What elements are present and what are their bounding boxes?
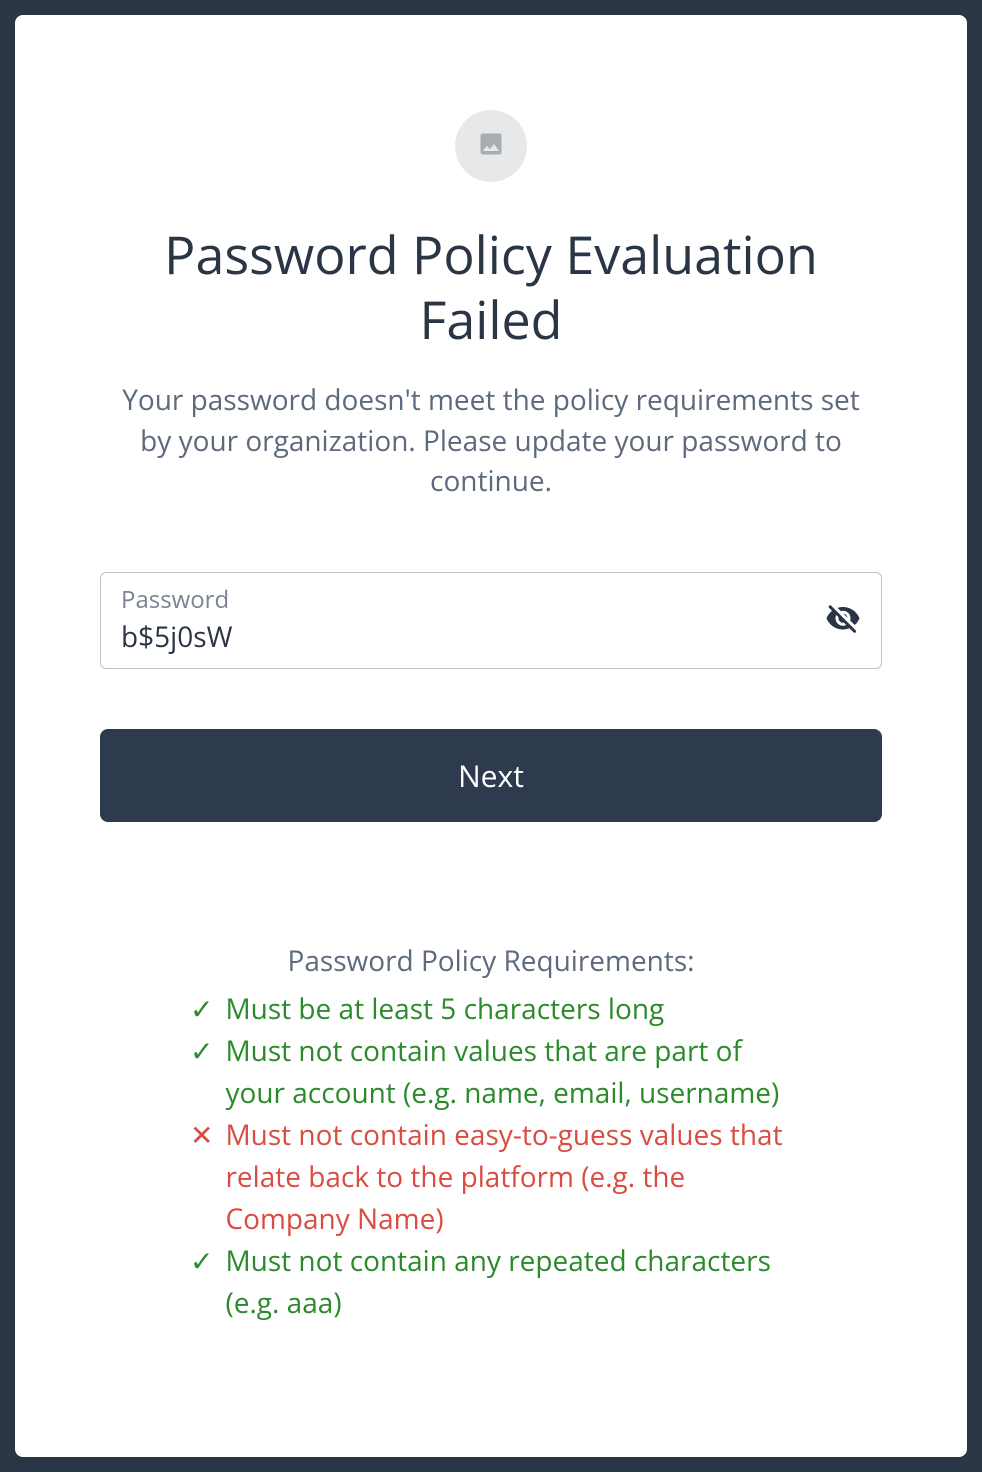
page-title: Password Policy Evaluation Failed — [100, 222, 882, 352]
password-field-inner: Password — [121, 583, 825, 656]
requirement-text: Must be at least 5 characters long — [225, 988, 792, 1030]
cross-icon: ✕ — [190, 1114, 213, 1156]
requirements-section: Password Policy Requirements: ✓ Must be a… — [100, 942, 882, 1324]
requirement-item: ✓ Must not contain any repeated character… — [190, 1240, 792, 1324]
requirement-item: ✕ Must not contain easy-to-guess values t… — [190, 1114, 792, 1240]
next-button[interactable]: Next — [100, 729, 882, 822]
main-card: Password Policy Evaluation Failed Your p… — [15, 15, 967, 1457]
requirement-text: Must not contain values that are part of… — [225, 1030, 792, 1114]
requirement-text: Must not contain any repeated characters… — [225, 1240, 792, 1324]
page-subtitle: Your password doesn't meet the policy re… — [100, 380, 882, 502]
requirements-title: Password Policy Requirements: — [190, 942, 792, 980]
logo-placeholder — [455, 110, 527, 182]
requirement-item: ✓ Must be at least 5 characters long — [190, 988, 792, 1030]
password-input[interactable] — [121, 618, 825, 656]
requirement-text: Must not contain easy-to-guess values th… — [225, 1114, 792, 1240]
check-icon: ✓ — [190, 1240, 213, 1282]
password-label: Password — [121, 583, 825, 616]
check-icon: ✓ — [190, 1030, 213, 1072]
check-icon: ✓ — [190, 988, 213, 1030]
requirement-item: ✓ Must not contain values that are part o… — [190, 1030, 792, 1114]
toggle-visibility-icon[interactable] — [825, 601, 861, 637]
requirements-list: ✓ Must be at least 5 characters long ✓ Must… — [190, 988, 792, 1324]
image-placeholder-icon — [477, 130, 505, 163]
password-field-wrapper[interactable]: Password — [100, 572, 882, 669]
